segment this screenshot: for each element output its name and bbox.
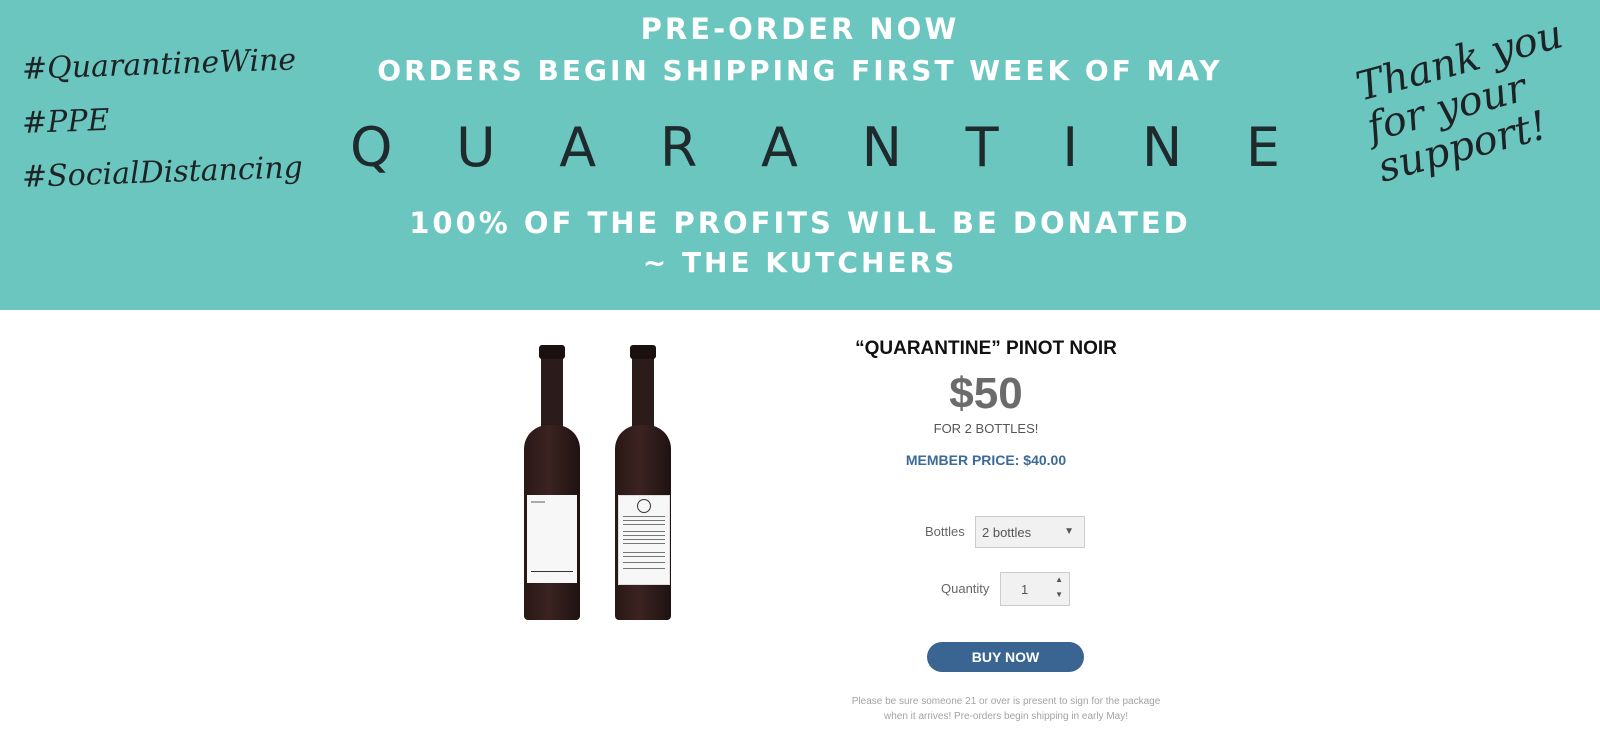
delivery-note-line: Please be sure someone 21 or over is pre… (851, 696, 1161, 707)
brand-letter: Q (350, 116, 393, 179)
brand-letter: N (1141, 116, 1183, 179)
brand-letter: T (965, 116, 999, 179)
winery-logo-icon (637, 499, 651, 513)
quantity-label: Quantity (941, 581, 990, 596)
brand-letter: A (559, 116, 597, 179)
brand-letter: U (456, 116, 496, 179)
brand-letter: E (1245, 116, 1280, 179)
brand-letter: I (1062, 116, 1079, 179)
hashtag: #QuarantineWine (21, 42, 297, 87)
product-title: “QUARANTINE” PINOT NOIR (855, 338, 1117, 359)
increment-icon[interactable]: ▲ (1055, 575, 1063, 584)
quantity-value: 1 (1021, 582, 1029, 597)
hashtag-list: #QuarantineWine #PPE #SocialDistancing (21, 42, 304, 212)
bottles-select[interactable]: 2 bottles ▼ (975, 516, 1085, 548)
wine-bottle-back (615, 345, 671, 620)
quantity-stepper[interactable]: 1 ▲ ▼ (1000, 572, 1070, 606)
price-subtext: FOR 2 BOTTLES! (933, 421, 1039, 436)
member-price: MEMBER PRICE: $40.00 (905, 452, 1067, 468)
promo-banner: PRE-ORDER NOW ORDERS BEGIN SHIPPING FIRS… (0, 0, 1600, 310)
signature-line: ~ THE KUTCHERS (642, 246, 958, 279)
bottles-select-value: 2 bottles (982, 525, 1032, 540)
product-price: $50 (949, 369, 1023, 418)
bottles-label: Bottles (925, 524, 965, 539)
wine-bottle-front (524, 345, 580, 620)
hashtag: #SocialDistancing (21, 150, 304, 195)
delivery-note-line: when it arrives! Pre-orders begin shippi… (884, 711, 1128, 722)
brand-letter: R (659, 116, 698, 179)
preorder-heading: PRE-ORDER NOW (640, 12, 960, 46)
bottle-label (618, 495, 670, 585)
chevron-down-icon: ▼ (1064, 526, 1074, 537)
brand-letter: N (861, 116, 903, 179)
product-image (520, 345, 690, 620)
decrement-icon[interactable]: ▼ (1055, 590, 1063, 599)
brand-letter: A (761, 116, 798, 179)
delivery-note: Please be sure someone 21 or over is pre… (826, 694, 1186, 724)
hashtag: #PPE (21, 102, 111, 141)
bottle-label (527, 495, 577, 583)
brand-wordmark: Q U A R A N T I N E (350, 118, 1280, 178)
buy-now-button[interactable]: BUY NOW (927, 642, 1084, 672)
